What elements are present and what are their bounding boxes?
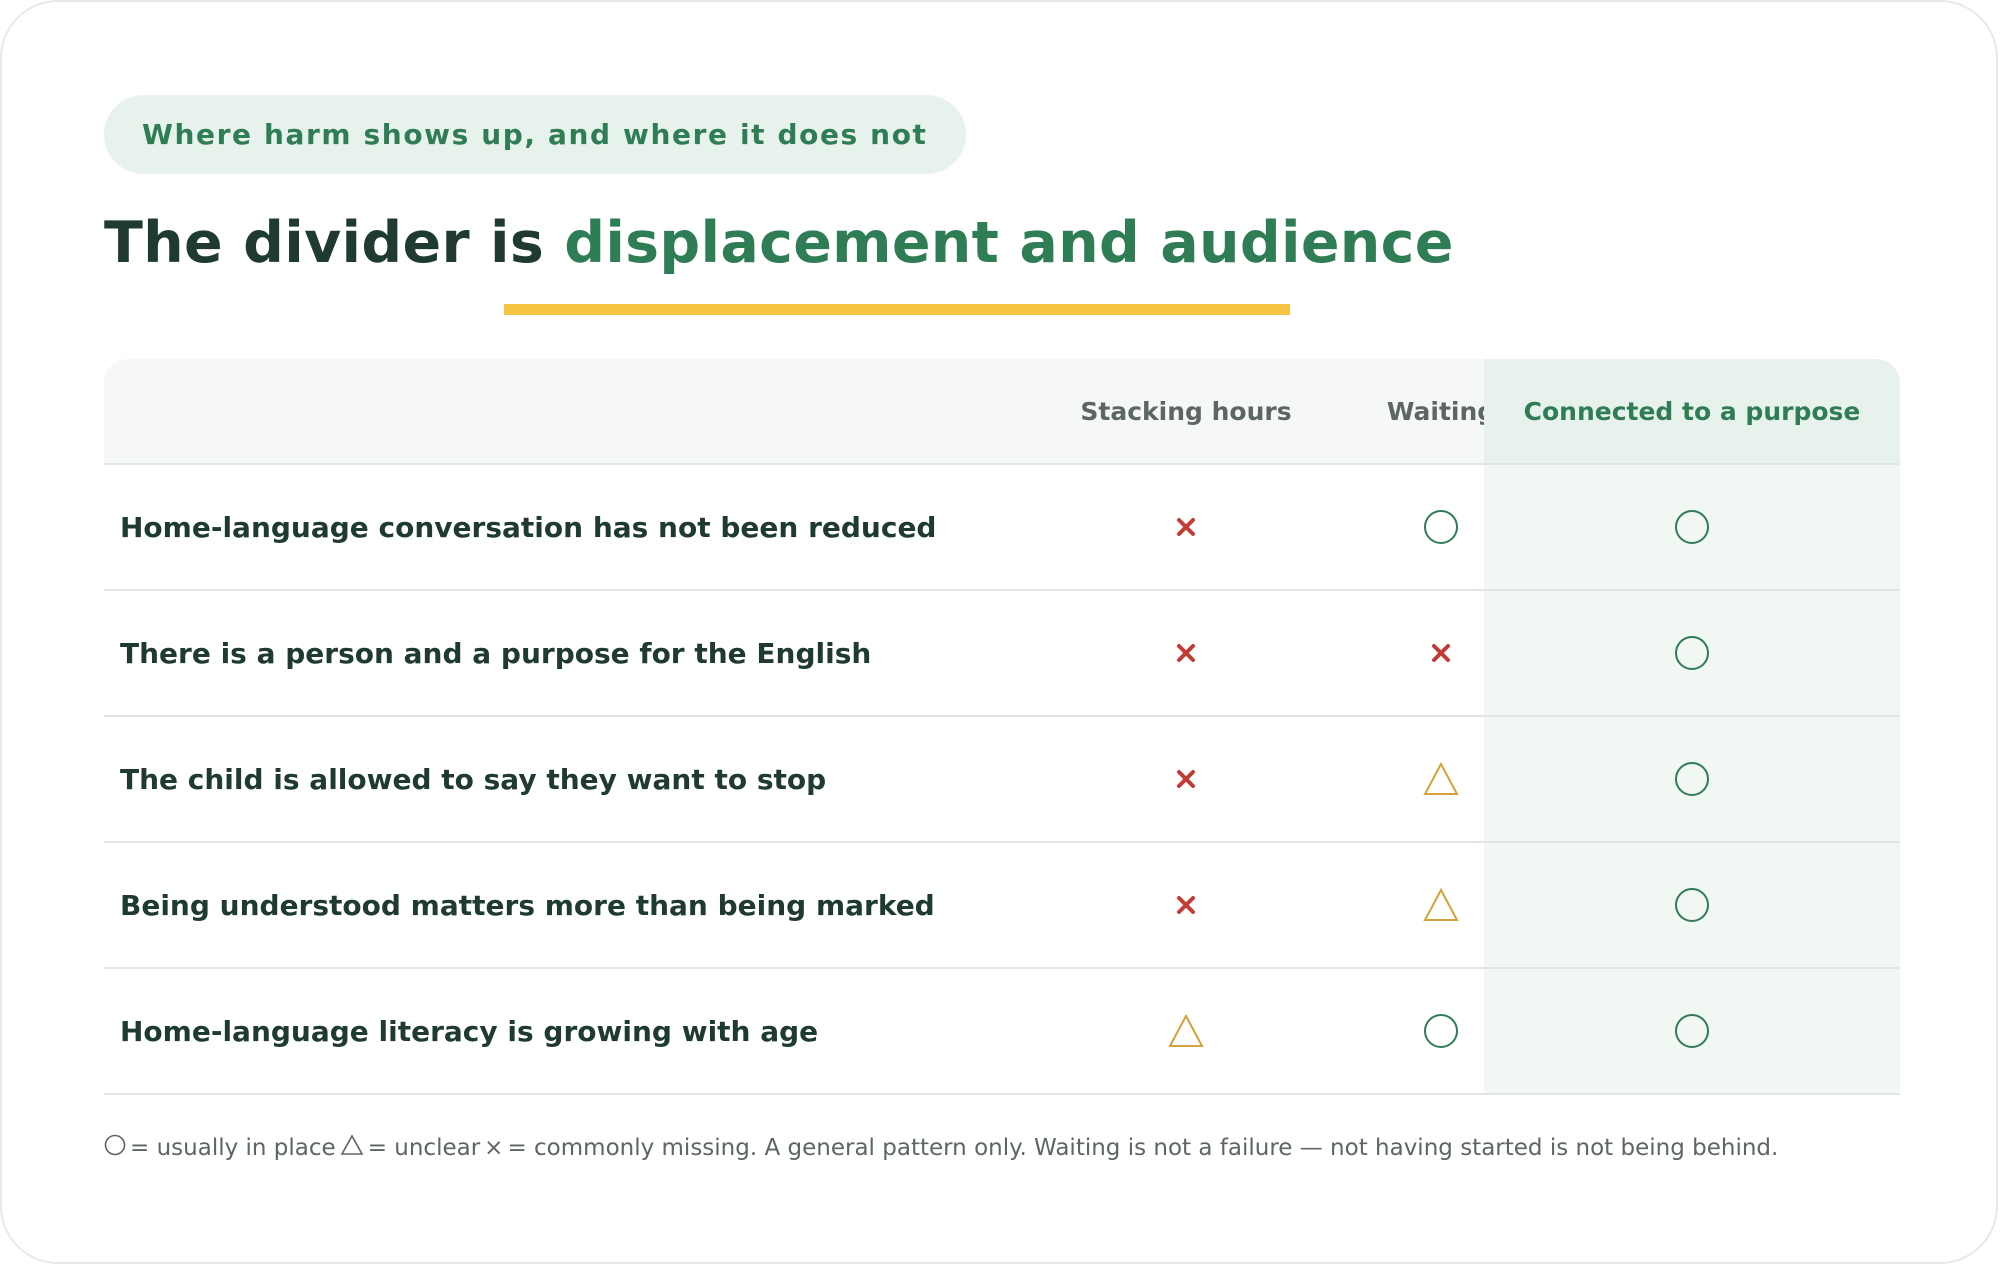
title-underline bbox=[504, 304, 1290, 315]
table-row: The child is allowed to say they want to… bbox=[104, 717, 1900, 843]
cross-icon bbox=[1431, 643, 1451, 663]
circle-icon bbox=[1423, 509, 1459, 545]
cross-icon: × bbox=[484, 1135, 504, 1161]
column-header-connected: Connected to a purpose bbox=[1484, 359, 1900, 463]
table-row: There is a person and a purpose for the … bbox=[104, 591, 1900, 717]
triangle-icon bbox=[1167, 1013, 1205, 1049]
status-cell bbox=[1484, 969, 1900, 1093]
status-cell bbox=[1112, 843, 1260, 967]
status-cell bbox=[1484, 465, 1900, 589]
row-label: Being understood matters more than being… bbox=[120, 888, 935, 922]
row-label: Home-language literacy is growing with a… bbox=[120, 1014, 819, 1048]
status-cell bbox=[1112, 969, 1260, 1093]
status-cell bbox=[1484, 717, 1900, 841]
content-card: Where harm shows up, and where it does n… bbox=[0, 0, 1998, 1264]
circle-icon bbox=[1423, 1013, 1459, 1049]
triangle-icon bbox=[1422, 887, 1460, 923]
table-row: Being understood matters more than being… bbox=[104, 843, 1900, 969]
circle-icon bbox=[1674, 509, 1710, 545]
legend-footnote: = usually in place = unclear × = commonl… bbox=[104, 1134, 1778, 1162]
legend-triangle-text: = unclear bbox=[367, 1135, 481, 1161]
cross-icon bbox=[1176, 643, 1196, 663]
row-label: There is a person and a purpose for the … bbox=[120, 636, 872, 670]
status-cell bbox=[1112, 591, 1260, 715]
legend-cross-text: = commonly missing. A general pattern on… bbox=[507, 1135, 1779, 1161]
eyebrow-pill: Where harm shows up, and where it does n… bbox=[104, 95, 966, 174]
triangle-icon bbox=[1422, 761, 1460, 797]
cross-icon bbox=[1176, 769, 1196, 789]
row-label: Home-language conversation has not been … bbox=[120, 510, 937, 544]
table-row: Home-language literacy is growing with a… bbox=[104, 969, 1900, 1095]
table-header: Stacking hours Waiting Connected to a pu… bbox=[104, 359, 1900, 465]
comparison-table: Stacking hours Waiting Connected to a pu… bbox=[104, 359, 1900, 1095]
circle-icon bbox=[1674, 887, 1710, 923]
circle-icon bbox=[1674, 761, 1710, 797]
status-cell bbox=[1484, 591, 1900, 715]
status-cell bbox=[1112, 717, 1260, 841]
circle-icon bbox=[1674, 635, 1710, 671]
column-header-stacking-hours: Stacking hours bbox=[1080, 396, 1292, 426]
title-prefix: The divider is bbox=[104, 210, 565, 276]
title-accent: displacement and audience bbox=[564, 210, 1454, 276]
triangle-icon bbox=[340, 1134, 364, 1162]
table-row: Home-language conversation has not been … bbox=[104, 465, 1900, 591]
circle-icon bbox=[104, 1134, 126, 1162]
circle-icon bbox=[1674, 1013, 1710, 1049]
status-cell bbox=[1484, 843, 1900, 967]
cross-icon bbox=[1176, 895, 1196, 915]
table-body: Home-language conversation has not been … bbox=[104, 465, 1900, 1095]
page-title: The divider is displacement and audience bbox=[104, 210, 1454, 276]
legend-circle-text: = usually in place bbox=[130, 1135, 336, 1161]
row-label: The child is allowed to say they want to… bbox=[120, 762, 827, 796]
status-cell bbox=[1112, 465, 1260, 589]
cross-icon bbox=[1176, 517, 1196, 537]
